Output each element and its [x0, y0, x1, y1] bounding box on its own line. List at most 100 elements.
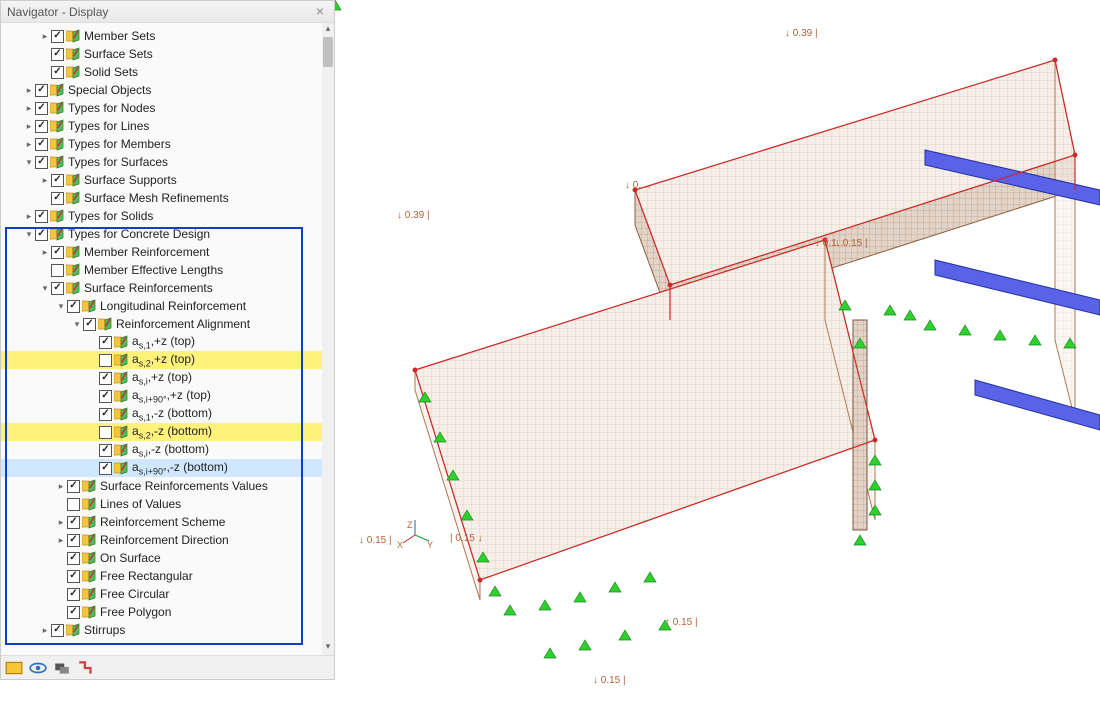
- tree-item[interactable]: ▸Free Circular: [1, 585, 322, 603]
- chevron-right-icon[interactable]: ▸: [39, 31, 51, 42]
- scroll-up-icon[interactable]: ▴: [322, 23, 334, 37]
- chevron-right-icon[interactable]: ▸: [23, 211, 35, 222]
- scroll-down-icon[interactable]: ▾: [322, 641, 334, 655]
- checkbox[interactable]: [67, 498, 80, 511]
- tree-item[interactable]: ▸Special Objects: [1, 81, 322, 99]
- chevron-right-icon[interactable]: ▸: [39, 175, 51, 186]
- tree-item[interactable]: ▸as,1,-z (bottom): [1, 405, 322, 423]
- chevron-right-icon[interactable]: ▸: [55, 481, 67, 492]
- tree-item[interactable]: ▸as,i+90°,-z (bottom): [1, 459, 322, 477]
- tree-node-icon: [66, 191, 80, 205]
- chevron-down-icon[interactable]: ▾: [23, 157, 35, 168]
- chevron-down-icon[interactable]: ▾: [71, 319, 83, 330]
- chevron-right-icon[interactable]: ▸: [23, 103, 35, 114]
- chevron-right-icon[interactable]: ▸: [23, 85, 35, 96]
- chevron-right-icon[interactable]: ▸: [55, 535, 67, 546]
- scroll-thumb[interactable]: [323, 37, 333, 67]
- tree-item[interactable]: ▸as,1,+z (top): [1, 333, 322, 351]
- checkbox[interactable]: [67, 534, 80, 547]
- checkbox[interactable]: [67, 552, 80, 565]
- tree-item[interactable]: ▸Types for Members: [1, 135, 322, 153]
- checkbox[interactable]: [99, 462, 112, 475]
- checkbox[interactable]: [99, 354, 112, 367]
- chevron-right-icon[interactable]: ▸: [23, 121, 35, 132]
- tree-item[interactable]: ▸Member Effective Lengths: [1, 261, 322, 279]
- checkbox[interactable]: [35, 84, 48, 97]
- checkbox[interactable]: [67, 606, 80, 619]
- chevron-right-icon[interactable]: ▸: [39, 247, 51, 258]
- tab-display-icon[interactable]: [29, 659, 47, 677]
- tree-item[interactable]: ▾Types for Surfaces: [1, 153, 322, 171]
- checkbox[interactable]: [51, 30, 64, 43]
- tree-item[interactable]: ▸Reinforcement Scheme: [1, 513, 322, 531]
- tree-item[interactable]: ▸as,i+90°,+z (top): [1, 387, 322, 405]
- checkbox[interactable]: [51, 66, 64, 79]
- checkbox[interactable]: [51, 264, 64, 277]
- tree-item[interactable]: ▸as,i,-z (bottom): [1, 441, 322, 459]
- checkbox[interactable]: [67, 588, 80, 601]
- tree-item[interactable]: ▸On Surface: [1, 549, 322, 567]
- tree-item[interactable]: ▸Types for Lines: [1, 117, 322, 135]
- tree-item[interactable]: ▸Types for Nodes: [1, 99, 322, 117]
- tree-view[interactable]: ▸Member Sets▸Surface Sets▸Solid Sets▸Spe…: [1, 27, 322, 655]
- checkbox[interactable]: [67, 516, 80, 529]
- checkbox[interactable]: [67, 300, 80, 313]
- tree-item[interactable]: ▾Types for Concrete Design: [1, 225, 322, 243]
- checkbox[interactable]: [51, 48, 64, 61]
- checkbox[interactable]: [99, 426, 112, 439]
- chevron-right-icon[interactable]: ▸: [23, 139, 35, 150]
- chevron-down-icon[interactable]: ▾: [23, 229, 35, 240]
- tree-item[interactable]: ▸Types for Solids: [1, 207, 322, 225]
- checkbox[interactable]: [99, 336, 112, 349]
- chevron-down-icon[interactable]: ▾: [55, 301, 67, 312]
- tree-item[interactable]: ▸Member Reinforcement: [1, 243, 322, 261]
- tree-item[interactable]: ▸Solid Sets: [1, 63, 322, 81]
- checkbox[interactable]: [35, 102, 48, 115]
- tree-item[interactable]: ▾Longitudinal Reinforcement: [1, 297, 322, 315]
- viewport-3d[interactable]: ↓ 0.39 | ↓ 0.39 | ↓ 0.… ↓ 0.1… ↓ 0.15 | …: [335, 0, 1100, 704]
- checkbox[interactable]: [35, 138, 48, 151]
- tree-item[interactable]: ▸ Member Sets: [1, 27, 322, 45]
- tree-item[interactable]: ▸Surface Mesh Refinements: [1, 189, 322, 207]
- checkbox[interactable]: [35, 120, 48, 133]
- tree-item-label: Member Sets: [84, 29, 155, 43]
- checkbox[interactable]: [99, 372, 112, 385]
- tree-item[interactable]: ▸Free Polygon: [1, 603, 322, 621]
- checkbox[interactable]: [35, 156, 48, 169]
- tab-views-icon[interactable]: [53, 659, 71, 677]
- tree-item[interactable]: ▸Free Rectangular: [1, 567, 322, 585]
- chevron-right-icon[interactable]: ▸: [55, 517, 67, 528]
- tree-item[interactable]: ▸Lines of Values: [1, 495, 322, 513]
- tree-item[interactable]: ▸as,2,-z (bottom): [1, 423, 322, 441]
- checkbox[interactable]: [51, 174, 64, 187]
- checkbox[interactable]: [99, 444, 112, 457]
- tab-results-icon[interactable]: [77, 659, 95, 677]
- checkbox[interactable]: [99, 408, 112, 421]
- checkbox[interactable]: [51, 192, 64, 205]
- checkbox[interactable]: [35, 210, 48, 223]
- chevron-down-icon[interactable]: ▾: [39, 283, 51, 294]
- close-icon[interactable]: ×: [312, 4, 328, 20]
- checkbox[interactable]: [35, 228, 48, 241]
- checkbox[interactable]: [99, 390, 112, 403]
- checkbox[interactable]: [67, 480, 80, 493]
- tab-project-icon[interactable]: [5, 659, 23, 677]
- tree-item[interactable]: ▸Surface Sets: [1, 45, 322, 63]
- tree-item[interactable]: ▾Reinforcement Alignment: [1, 315, 322, 333]
- tree-item[interactable]: ▸Surface Reinforcements Values: [1, 477, 322, 495]
- checkbox[interactable]: [51, 282, 64, 295]
- checkbox[interactable]: [51, 246, 64, 259]
- checkbox[interactable]: [83, 318, 96, 331]
- tree-node-icon: [66, 623, 80, 637]
- tree-item-label: Solid Sets: [84, 65, 138, 79]
- checkbox[interactable]: [51, 624, 64, 637]
- tree-item[interactable]: ▸as,2,+z (top): [1, 351, 322, 369]
- scrollbar[interactable]: ▴ ▾: [322, 23, 334, 655]
- tree-item[interactable]: ▸as,i,+z (top): [1, 369, 322, 387]
- chevron-right-icon[interactable]: ▸: [39, 625, 51, 636]
- tree-item[interactable]: ▸Reinforcement Direction: [1, 531, 322, 549]
- checkbox[interactable]: [67, 570, 80, 583]
- tree-item[interactable]: ▾Surface Reinforcements: [1, 279, 322, 297]
- tree-item[interactable]: ▸Stirrups: [1, 621, 322, 639]
- tree-item[interactable]: ▸Surface Supports: [1, 171, 322, 189]
